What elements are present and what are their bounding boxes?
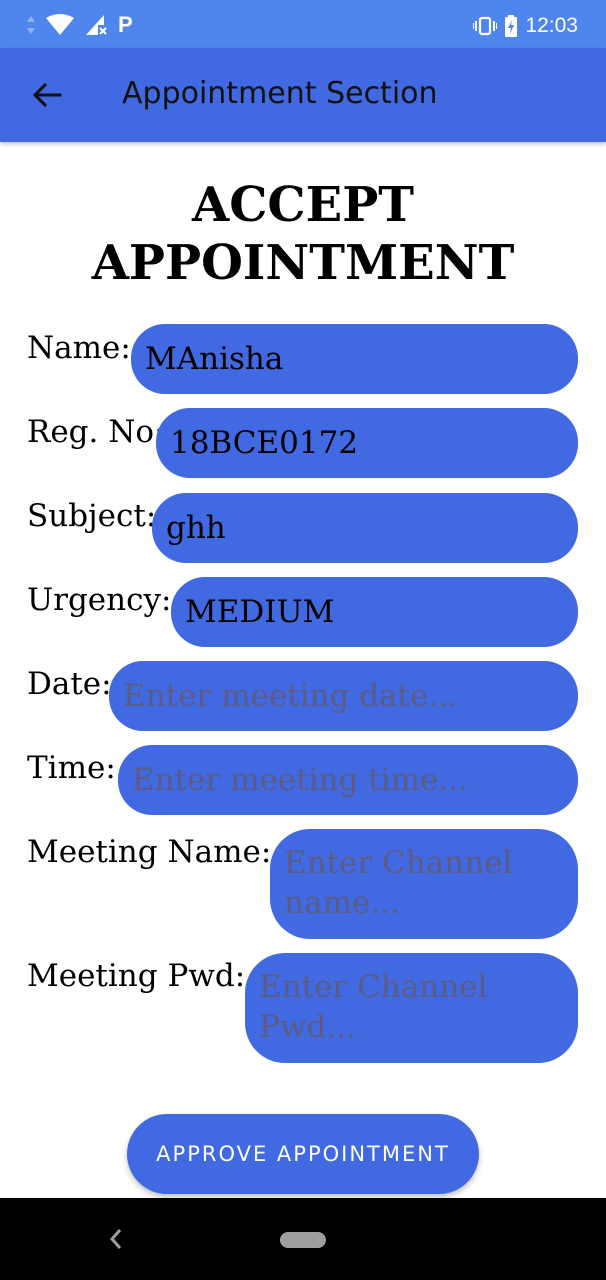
signal-icon	[86, 15, 107, 35]
arrow-left-icon	[32, 82, 62, 108]
battery-icon	[505, 15, 518, 37]
reg-no-label: Reg. No:	[27, 414, 165, 450]
date-input[interactable]: Enter meeting date...	[109, 661, 578, 731]
name-label: Name:	[27, 330, 131, 366]
meeting-pwd-label: Meeting Pwd:	[27, 958, 246, 994]
status-bar: P 12:03	[0, 0, 606, 48]
meeting-name-label: Meeting Name:	[27, 834, 272, 870]
data-arrows-icon	[27, 16, 35, 34]
wifi-icon	[46, 14, 74, 35]
back-button[interactable]	[22, 70, 72, 120]
nav-home-pill[interactable]	[280, 1232, 326, 1248]
nav-back-icon[interactable]	[108, 1226, 124, 1252]
vibrate-icon	[473, 16, 498, 36]
name-field[interactable]: MAnisha	[131, 324, 578, 394]
meeting-pwd-input[interactable]: Enter Channel Pwd...	[245, 953, 578, 1063]
subject-label: Subject:	[27, 498, 157, 534]
status-time: 12:03	[525, 14, 578, 37]
urgency-field[interactable]: MEDIUM	[171, 577, 578, 647]
urgency-label: Urgency:	[27, 582, 172, 618]
app-bar: Appointment Section	[0, 48, 606, 142]
parking-app-icon: P	[118, 12, 133, 37]
date-label: Date:	[27, 666, 112, 702]
subject-field[interactable]: ghh	[152, 493, 578, 563]
approve-appointment-button[interactable]: APPROVE APPOINTMENT	[127, 1114, 479, 1194]
page-title: ACCEPT APPOINTMENT	[91, 177, 515, 291]
app-bar-title: Appointment Section	[122, 76, 438, 111]
time-input[interactable]: Enter meeting time...	[118, 745, 578, 815]
meeting-name-input[interactable]: Enter Channel name...	[270, 829, 578, 939]
time-label: Time:	[27, 750, 116, 786]
reg-no-field[interactable]: 18BCE0172	[156, 408, 578, 478]
